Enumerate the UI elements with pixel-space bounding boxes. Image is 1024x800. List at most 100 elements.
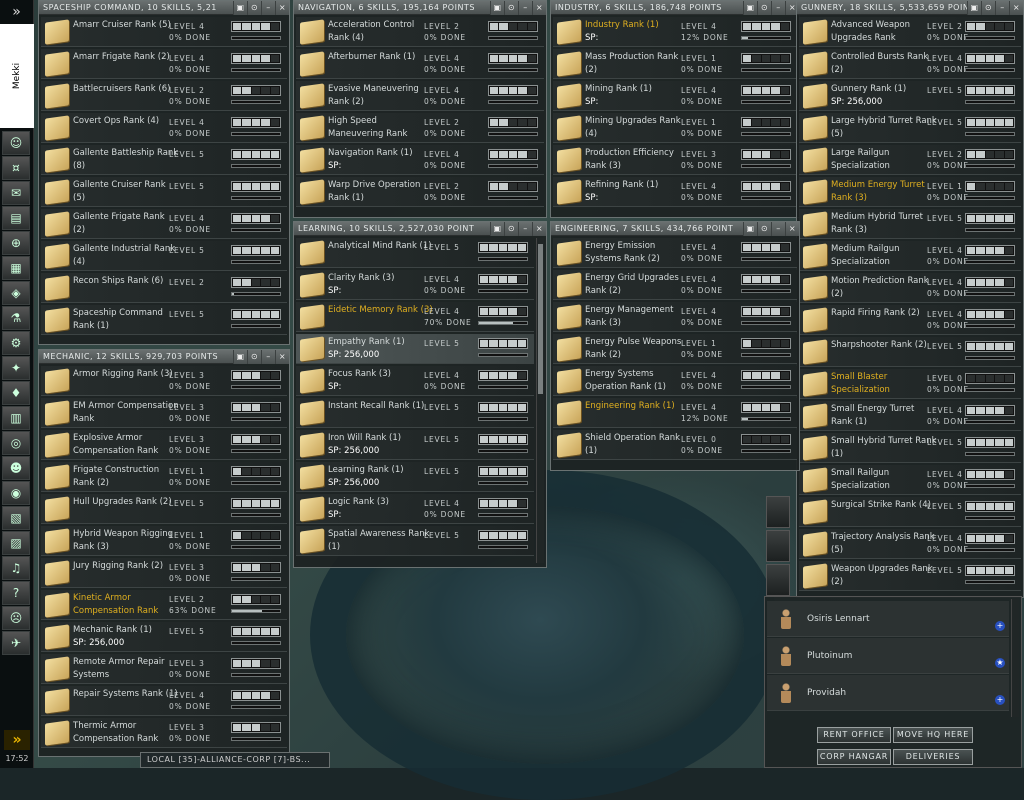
character-name-tab[interactable]: Mekki: [0, 24, 34, 128]
minimize-icon[interactable]: –: [518, 1, 532, 15]
skill-row[interactable]: Production Efficiency Rank (3) LEVEL 3 0% …: [553, 145, 797, 175]
skill-row[interactable]: Energy Emission Systems Rank (2) LEVEL 4 0…: [553, 238, 797, 268]
contracts-icon[interactable]: ✦: [2, 356, 30, 380]
corp-scrollbar[interactable]: [1011, 599, 1019, 717]
skill-row[interactable]: Mechanic Rank (1) SP: 256,000 LEVEL 5: [41, 622, 287, 652]
pin-icon[interactable]: ▣: [490, 1, 504, 15]
expand-icon[interactable]: »: [0, 0, 33, 24]
pin-icon[interactable]: ▣: [233, 1, 247, 15]
skill-row[interactable]: Jury Rigging Rank (2) LEVEL 3 0% DONE: [41, 558, 287, 588]
skill-row[interactable]: Energy Management Rank (3) LEVEL 4 0% DONE: [553, 302, 797, 332]
window-title[interactable]: INDUSTRY, 6 SKILLS, 186,748 POINTS ▣ ⊙ – ×: [551, 1, 799, 15]
skill-row[interactable]: Large Hybrid Turret Rank (5) LEVEL 5: [799, 113, 1021, 143]
minimize-icon[interactable]: –: [771, 222, 785, 236]
add-contact-icon[interactable]: +: [995, 695, 1005, 705]
skill-row[interactable]: Afterburner Rank (1) LEVEL 4 0% DONE: [296, 49, 544, 79]
minimize-to-dock-icon[interactable]: ⊙: [757, 222, 771, 236]
minimize-to-dock-icon[interactable]: ⊙: [981, 1, 995, 15]
skill-row[interactable]: Recon Ships Rank (6) LEVEL 2: [41, 273, 287, 303]
skill-row[interactable]: Warp Drive Operation Rank (1) LEVEL 2 0% D…: [296, 177, 544, 207]
minimize-to-dock-icon[interactable]: ⊙: [247, 1, 261, 15]
skill-row[interactable]: High Speed Maneuvering Rank LEVEL 2 0% DON…: [296, 113, 544, 143]
skill-row[interactable]: Industry Rank (1) SP: LEVEL 4 12% DONE: [553, 17, 797, 47]
skill-row[interactable]: Engineering Rank (1) LEVEL 4 12% DONE: [553, 398, 797, 428]
skill-row[interactable]: Spaceship Command Rank (1) LEVEL 5: [41, 305, 287, 335]
skill-row[interactable]: Weapon Upgrades Rank (2) LEVEL 5: [799, 561, 1021, 591]
skill-row[interactable]: Motion Prediction Rank (2) LEVEL 4 0% DONE: [799, 273, 1021, 303]
corp-member-row[interactable]: Osiris Lennart +: [767, 601, 1009, 637]
minimize-to-dock-icon[interactable]: ⊙: [504, 222, 518, 236]
map-icon[interactable]: ⊕: [2, 231, 30, 255]
skill-row[interactable]: Iron Will Rank (1) SP: 256,000 LEVEL 5: [296, 430, 534, 460]
skill-row[interactable]: Sharpshooter Rank (2) LEVEL 5: [799, 337, 1021, 367]
close-icon[interactable]: ×: [1009, 1, 1023, 15]
skill-row[interactable]: Clarity Rank (3) SP: LEVEL 4 0% DONE: [296, 270, 534, 300]
skill-row[interactable]: Empathy Rank (1) SP: 256,000 LEVEL 5: [296, 334, 534, 364]
skill-row[interactable]: Logic Rank (3) SP: LEVEL 4 0% DONE: [296, 494, 534, 524]
journal2-icon[interactable]: ▨: [2, 531, 30, 555]
skill-row[interactable]: Gallente Frigate Rank (2) LEVEL 4 0% DONE: [41, 209, 287, 239]
minimize-icon[interactable]: –: [518, 222, 532, 236]
skill-row[interactable]: Armor Rigging Rank (3) LEVEL 3 0% DONE: [41, 366, 287, 396]
minimize-to-dock-icon[interactable]: ⊙: [504, 1, 518, 15]
skill-row[interactable]: Medium Railgun Specialization LEVEL 4 0% D…: [799, 241, 1021, 271]
skill-row[interactable]: Spatial Awareness Rank (1) LEVEL 5: [296, 526, 534, 556]
skill-row[interactable]: Energy Pulse Weapons Rank (2) LEVEL 1 0% D…: [553, 334, 797, 364]
skill-row[interactable]: Amarr Cruiser Rank (5) LEVEL 4 0% DONE: [41, 17, 287, 47]
skill-row[interactable]: Small Hybrid Turret Rank (1) LEVEL 5: [799, 433, 1021, 463]
portrait-icon[interactable]: ☹: [2, 606, 30, 630]
portrait[interactable]: [766, 564, 790, 596]
skill-row[interactable]: Large Railgun Specialization LEVEL 2 0% DO…: [799, 145, 1021, 175]
rent-office-button[interactable]: RENT OFFICE: [817, 727, 891, 743]
skill-row[interactable]: Acceleration Control Rank (4) LEVEL 2 0% D…: [296, 17, 544, 47]
skill-row[interactable]: Explosive Armor Compensation Rank LEVEL 3…: [41, 430, 287, 460]
assets-icon[interactable]: ▦: [2, 256, 30, 280]
skill-row[interactable]: Gunnery Rank (1) SP: 256,000 LEVEL 5: [799, 81, 1021, 111]
close-icon[interactable]: ×: [785, 222, 799, 236]
calculator-icon[interactable]: ▥: [2, 406, 30, 430]
pin-icon[interactable]: ▣: [967, 1, 981, 15]
mail-icon[interactable]: ✉: [2, 181, 30, 205]
skill-row[interactable]: Rapid Firing Rank (2) LEVEL 4 0% DONE: [799, 305, 1021, 335]
help-ring-icon[interactable]: ◎: [2, 431, 30, 455]
minimize-to-dock-icon[interactable]: ⊙: [247, 350, 261, 364]
character-sheet-icon[interactable]: ☺: [2, 131, 30, 155]
skill-row[interactable]: Gallente Industrial Rank (4) LEVEL 5: [41, 241, 287, 271]
skill-row[interactable]: Controlled Bursts Rank (2) LEVEL 4 0% DONE: [799, 49, 1021, 79]
pin-icon[interactable]: ▣: [490, 222, 504, 236]
skill-row[interactable]: Medium Energy Turret Rank (3) LEVEL 1 0% D…: [799, 177, 1021, 207]
market-icon[interactable]: ◈: [2, 281, 30, 305]
skill-row[interactable]: Eidetic Memory Rank (3) LEVEL 4 70% DONE: [296, 302, 534, 332]
minimize-icon[interactable]: –: [995, 1, 1009, 15]
skill-row[interactable]: Amarr Frigate Rank (2) LEVEL 4 0% DONE: [41, 49, 287, 79]
skill-row[interactable]: Battlecruisers Rank (6) LEVEL 2 0% DONE: [41, 81, 287, 111]
skill-row[interactable]: Hull Upgrades Rank (2) LEVEL 5: [41, 494, 287, 524]
skill-row[interactable]: Medium Hybrid Turret Rank (3) LEVEL 5: [799, 209, 1021, 239]
audio-icon[interactable]: ♫: [2, 556, 30, 580]
add-contact-icon[interactable]: +: [995, 621, 1005, 631]
window-title[interactable]: SPACESHIP COMMAND, 10 SKILLS, 5,21 ▣ ⊙ – ×: [39, 1, 289, 15]
close-icon[interactable]: ×: [532, 1, 546, 15]
window-title[interactable]: GUNNERY, 18 SKILLS, 5,533,659 POINTS ▣ ⊙ – ×: [797, 1, 1023, 15]
journal-icon[interactable]: ▧: [2, 506, 30, 530]
corporation-icon[interactable]: ♦: [2, 381, 30, 405]
browser-icon[interactable]: ◉: [2, 481, 30, 505]
skill-row[interactable]: Mining Rank (1) SP: LEVEL 4 0% DONE: [553, 81, 797, 111]
skill-row[interactable]: Thermic Armor Compensation Rank LEVEL 3 0%…: [41, 718, 287, 748]
skill-row[interactable]: Kinetic Armor Compensation Rank LEVEL 2 63…: [41, 590, 287, 620]
skill-row[interactable]: Evasive Maneuvering Rank (2) LEVEL 4 0% DO…: [296, 81, 544, 111]
science-icon[interactable]: ⚗: [2, 306, 30, 330]
skill-row[interactable]: Gallente Cruiser Rank (5) LEVEL 5: [41, 177, 287, 207]
notepad-icon[interactable]: ▤: [2, 206, 30, 230]
skill-row[interactable]: Remote Armor Repair Systems LEVEL 3 0% DON…: [41, 654, 287, 684]
pin-icon[interactable]: ▣: [743, 222, 757, 236]
skill-row[interactable]: Surgical Strike Rank (4) LEVEL 5: [799, 497, 1021, 527]
window-title[interactable]: NAVIGATION, 6 SKILLS, 195,164 POINTS ▣ ⊙ – ×: [294, 1, 546, 15]
minimize-to-dock-icon[interactable]: ⊙: [757, 1, 771, 15]
skill-row[interactable]: Small Blaster Specialization LEVEL 0 0% DO…: [799, 369, 1021, 399]
skill-row[interactable]: Learning Rank (1) SP: 256,000 LEVEL 5: [296, 462, 534, 492]
skill-row[interactable]: EM Armor Compensation Rank LEVEL 3 0% DONE: [41, 398, 287, 428]
skill-row[interactable]: Refining Rank (1) SP: LEVEL 4 0% DONE: [553, 177, 797, 207]
deliveries-button[interactable]: DELIVERIES: [893, 749, 973, 765]
portrait[interactable]: [766, 496, 790, 528]
